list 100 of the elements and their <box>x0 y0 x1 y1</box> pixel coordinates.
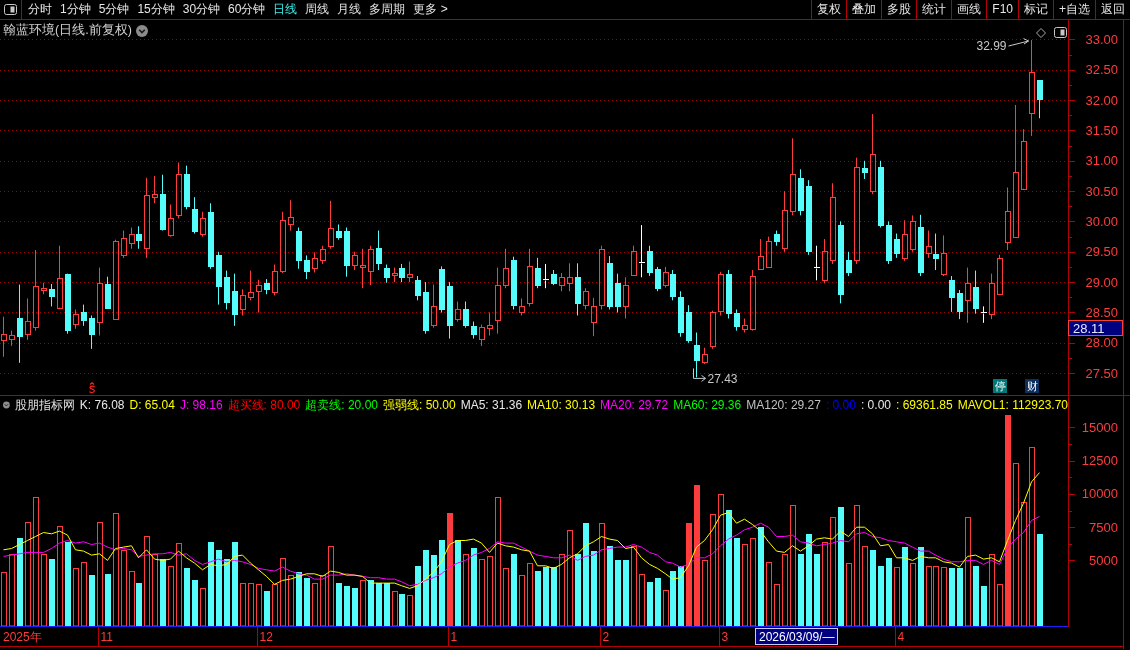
candlestick <box>73 308 79 330</box>
chevron-down-icon[interactable] <box>3 399 10 411</box>
candlestick <box>256 279 262 313</box>
period-tab[interactable]: 更多 > <box>413 0 448 19</box>
indicator-readout: : 0.00 <box>825 398 856 412</box>
volume-bar <box>878 566 884 627</box>
candlestick <box>184 165 190 210</box>
candlestick <box>726 269 732 320</box>
indicator-readout: MAVOL1: 112923.70 <box>957 398 1068 412</box>
volume-bar <box>639 574 645 627</box>
candlestick <box>694 332 700 378</box>
candlestick <box>455 301 461 323</box>
volume-bar <box>272 584 278 627</box>
panel-toggle-icon <box>1054 27 1067 38</box>
volume-bar <box>344 586 350 627</box>
candlestick <box>710 310 716 350</box>
volume-bar <box>503 568 509 627</box>
indicator-readout: MA10: 30.13 <box>527 398 596 412</box>
candlestick <box>280 211 286 274</box>
period-tab[interactable]: 5分钟 <box>98 0 130 19</box>
candlestick <box>957 289 963 320</box>
indicator-readout: 强弱线: 50.00 <box>383 396 456 414</box>
candlestick <box>423 281 429 335</box>
candlestick <box>997 254 1003 295</box>
candlestick <box>447 281 453 340</box>
candlestick <box>734 308 740 332</box>
candlestick <box>192 196 198 235</box>
candlestick <box>599 245 605 310</box>
candlestick <box>384 264 390 284</box>
volume-bar <box>184 568 190 627</box>
candlestick <box>949 275 955 313</box>
candlestick <box>623 276 629 320</box>
candlestick <box>862 160 868 180</box>
volume-bar <box>774 584 780 627</box>
diamond-icon[interactable] <box>1036 27 1046 38</box>
volume-bar <box>957 568 963 627</box>
candlestick <box>176 162 182 219</box>
date-axis-label: 11 <box>100 630 113 644</box>
status-badge: 停 <box>993 379 1007 393</box>
chevron-down-icon[interactable] <box>135 24 148 37</box>
period-tab[interactable]: 30分钟 <box>182 0 221 19</box>
volume-bar <box>105 574 111 627</box>
candlestick <box>1005 187 1011 251</box>
status-badge: 财 <box>1025 379 1039 393</box>
indicator-readout: D: 65.04 <box>129 398 175 412</box>
volume-bar <box>240 583 246 627</box>
candlestick <box>97 267 103 337</box>
axis-tick-label: 30.00 <box>1085 213 1118 229</box>
volume-bar <box>949 568 955 627</box>
candlestick <box>758 238 764 271</box>
candlestick <box>615 273 621 313</box>
candlestick <box>774 230 780 247</box>
callout-arrow-icon <box>693 367 706 382</box>
period-tab[interactable]: 日线 <box>273 0 298 19</box>
volume-bar <box>702 560 708 627</box>
candlestick <box>702 347 708 365</box>
candlestick <box>583 287 589 310</box>
candlestick <box>336 224 342 241</box>
volume-bar <box>655 578 661 627</box>
volume-bar <box>941 567 947 627</box>
candlestick <box>208 202 214 270</box>
candlestick <box>742 318 748 333</box>
indicator-readout: : 69361.85 <box>896 398 953 412</box>
volume-bar <box>256 584 262 627</box>
candlestick <box>782 190 788 253</box>
indicator-readout: MA60: 29.36 <box>673 398 742 412</box>
candlestick <box>1021 128 1027 190</box>
volume-bar <box>89 575 95 627</box>
volume-bar <box>886 558 892 627</box>
candlestick <box>471 321 477 340</box>
candlestick <box>57 245 63 309</box>
volume-bar <box>368 580 374 627</box>
candlestick <box>479 324 485 347</box>
volume-bar <box>49 559 55 627</box>
candlestick <box>1 316 7 358</box>
candlestick <box>1037 79 1043 119</box>
axis-tick-label: 32.00 <box>1085 92 1118 108</box>
period-tab[interactable]: 周线 <box>305 0 330 19</box>
candlestick <box>431 284 437 329</box>
axis-tick-label: 32.50 <box>1085 62 1118 78</box>
axis-tick-label: 15000 <box>1081 419 1118 435</box>
period-tab[interactable]: 60分钟 <box>228 0 266 19</box>
period-tab[interactable]: 1分钟 <box>60 0 91 19</box>
date-axis-label: 2 <box>602 630 610 644</box>
indicator-readout: MA20: 29.72 <box>600 398 669 412</box>
period-tab[interactable]: 月线 <box>337 0 362 19</box>
date-axis-label: 3 <box>721 630 729 644</box>
candlestick <box>591 297 597 337</box>
period-tab[interactable]: 多周期 <box>369 0 406 19</box>
candlestick <box>224 270 230 310</box>
candlestick <box>328 200 334 250</box>
period-tab[interactable]: 分时 <box>28 0 52 19</box>
low-price-label: 27.43 <box>707 371 738 386</box>
axis-tick-label: 5000 <box>1089 552 1118 568</box>
candlestick <box>918 214 924 277</box>
volume-bar <box>487 556 493 627</box>
period-tab[interactable]: 15分钟 <box>137 0 175 19</box>
candlestick <box>902 219 908 262</box>
axis-tick-label: 31.00 <box>1085 153 1118 169</box>
cursor-price-label: 28.11 <box>1068 320 1123 336</box>
